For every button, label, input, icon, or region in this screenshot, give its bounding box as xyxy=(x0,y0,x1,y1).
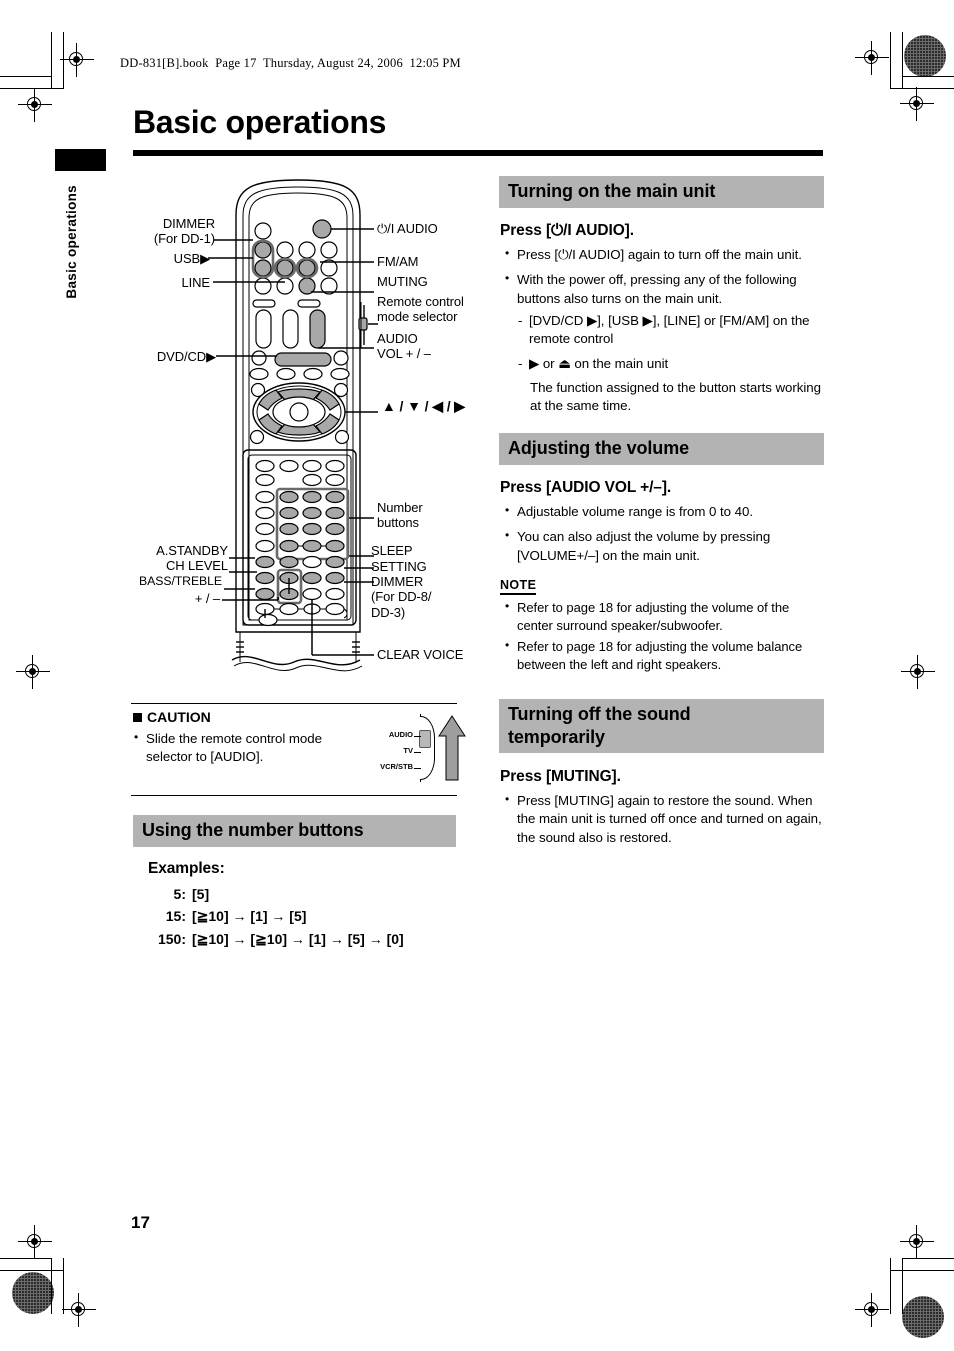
section-header-number-buttons: Using the number buttons xyxy=(133,815,456,847)
example-value-15: 15: xyxy=(165,908,186,924)
document-page: DD-831[B].book Page 17 Thursday, August … xyxy=(0,0,954,1351)
caution-title: CAUTION xyxy=(147,709,211,725)
example-value-150: 150: xyxy=(157,931,186,947)
callout-usb: USB▶ xyxy=(173,251,210,266)
turning-on-dash-1: [DVD/CD ▶], [USB ▶], [LINE] or [FM/AM] o… xyxy=(517,312,824,349)
callout-setting: SETTING xyxy=(371,559,427,574)
caution-bullet-item: Slide the remote control mode selector t… xyxy=(133,729,348,767)
turning-on-bullet-1: Press [⏻/I AUDIO] again to turn off the … xyxy=(504,245,824,264)
example-seq-150: [≧10] → [≧10] → [1] → [5] → [0] xyxy=(192,931,404,947)
page-number: 17 xyxy=(131,1213,150,1232)
subheading-press-muting: Press [MUTING]. xyxy=(500,768,621,785)
volume-note-1: Refer to page 18 for adjusting the volum… xyxy=(504,598,826,635)
mode-selector-leader-audio xyxy=(414,736,421,737)
callout-audio-vol: AUDIO VOL + / – xyxy=(377,331,431,362)
registration-mark-bottom-left-upper xyxy=(18,1225,52,1259)
callout-cursor-keys: ▲ / ▼ / ◀ / ▶ xyxy=(382,398,465,414)
callout-line: LINE xyxy=(181,275,210,290)
example-seq-5: [5] xyxy=(192,886,210,902)
callout-clear-voice: CLEAR VOICE xyxy=(377,647,464,662)
mode-selector-knob xyxy=(419,730,431,748)
halftone-dot-bottom-right xyxy=(902,1296,944,1338)
turning-off-sound-body: Press [MUTING] again to restore the soun… xyxy=(504,791,826,854)
callout-power-audio: ⏻/I AUDIO xyxy=(377,221,438,236)
caution-bullet-text: Slide the remote control mode selector t… xyxy=(133,729,348,774)
mode-selector-figure: AUDIO TV VCR/STB xyxy=(375,712,466,787)
turning-on-bullet-2: With the power off, pressing any of the … xyxy=(504,270,824,415)
up-arrow-icon xyxy=(438,715,466,781)
section-header-adjusting-volume: Adjusting the volume xyxy=(499,433,824,465)
mode-selector-leader-vcrstb xyxy=(414,768,421,769)
registration-mark-bottom-right-upper xyxy=(900,1225,934,1259)
callout-a-standby: A.STANDBY xyxy=(156,543,228,558)
callout-fm-am: FM/AM xyxy=(377,254,419,269)
subheading-press-power: Press [⏻/I AUDIO]. xyxy=(500,222,634,239)
caution-rule-top xyxy=(131,703,457,704)
note-label: NOTE xyxy=(500,578,537,595)
callout-dimmer: DIMMER (For DD-1) xyxy=(153,216,215,247)
crop-line-bl-v1 xyxy=(51,1258,52,1314)
callout-ch-level: CH LEVEL xyxy=(165,558,228,573)
volume-bullet-1: Adjustable volume range is from 0 to 40. xyxy=(504,502,824,521)
turning-on-dash-2: ▶ or ⏏ on the main unit xyxy=(517,355,824,374)
crop-line-bl-h1 xyxy=(0,1258,52,1259)
turning-on-bullet-2-text: With the power off, pressing any of the … xyxy=(517,272,797,306)
callout-dimmer-dd8: DIMMER (For DD-8/ DD-3) xyxy=(371,574,432,620)
registration-mark-bottom-right xyxy=(855,1293,889,1327)
crop-line-bl-h2 xyxy=(0,1270,64,1271)
adjusting-volume-notes: Refer to page 18 for adjusting the volum… xyxy=(504,598,826,677)
example-seq-15: [≧10] → [1] → [5] xyxy=(192,908,307,924)
registration-mark-bottom-left xyxy=(62,1293,96,1327)
examples-label: Examples: xyxy=(148,860,225,877)
turning-on-closing: The function assigned to the button star… xyxy=(530,380,821,414)
halftone-dot-bottom-left xyxy=(12,1272,54,1314)
volume-bullet-2: You can also adjust the volume by pressi… xyxy=(504,527,824,565)
example-row-15: 15: [≧10] → [1] → [5] xyxy=(148,908,404,925)
mode-selector-label-audio: AUDIO xyxy=(388,730,413,739)
turning-off-heading-line2: temporarily xyxy=(508,726,605,747)
crop-line-br-h1 xyxy=(902,1258,954,1259)
callout-dvd-cd: DVD/CD▶ xyxy=(156,349,216,364)
adjusting-volume-body: Adjustable volume range is from 0 to 40.… xyxy=(504,502,824,572)
section-header-turning-off-sound: Turning off the sound temporarily xyxy=(499,699,824,754)
subheading-press-audio-vol: Press [AUDIO VOL +/–]. xyxy=(500,479,672,496)
mode-selector-label-vcrstb: VCR/STB xyxy=(380,762,413,771)
example-row-150: 150: [≧10] → [≧10] → [1] → [5] → [0] xyxy=(148,931,404,948)
mode-selector-label-tv: TV xyxy=(403,746,413,755)
example-value-5: 5: xyxy=(173,886,186,902)
callout-muting: MUTING xyxy=(377,274,428,289)
turning-on-body: Press [⏻/I AUDIO] again to turn off the … xyxy=(504,245,824,423)
turning-off-heading-line1: Turning off the sound xyxy=(508,704,691,724)
section-header-turning-on: Turning on the main unit xyxy=(499,176,824,208)
number-examples-list: 5: [5] 15: [≧10] → [1] → [5] 150: [≧10] → [… xyxy=(148,886,404,954)
crop-line-br-v2 xyxy=(902,1258,903,1314)
caution-rule-bottom xyxy=(131,795,457,796)
caution-square-icon xyxy=(133,713,142,722)
crop-line-br-v1 xyxy=(890,1258,891,1314)
callout-sleep: SLEEP xyxy=(371,543,413,558)
volume-note-2: Refer to page 18 for adjusting the volum… xyxy=(504,637,826,674)
callout-bass-treble: BASS/TREBLE xyxy=(139,574,222,588)
crop-line-bl-v2 xyxy=(63,1258,64,1314)
callout-number-buttons: Number buttons xyxy=(377,500,423,531)
example-row-5: 5: [5] xyxy=(148,886,404,902)
callout-plus-minus: + / – xyxy=(194,591,220,606)
mode-selector-leader-tv xyxy=(414,752,421,753)
muting-bullet-1: Press [MUTING] again to restore the soun… xyxy=(504,791,826,847)
crop-line-br-h2 xyxy=(890,1270,954,1271)
mode-selector-body xyxy=(420,716,435,780)
callout-mode-selector: Remote control mode selector xyxy=(377,294,464,325)
